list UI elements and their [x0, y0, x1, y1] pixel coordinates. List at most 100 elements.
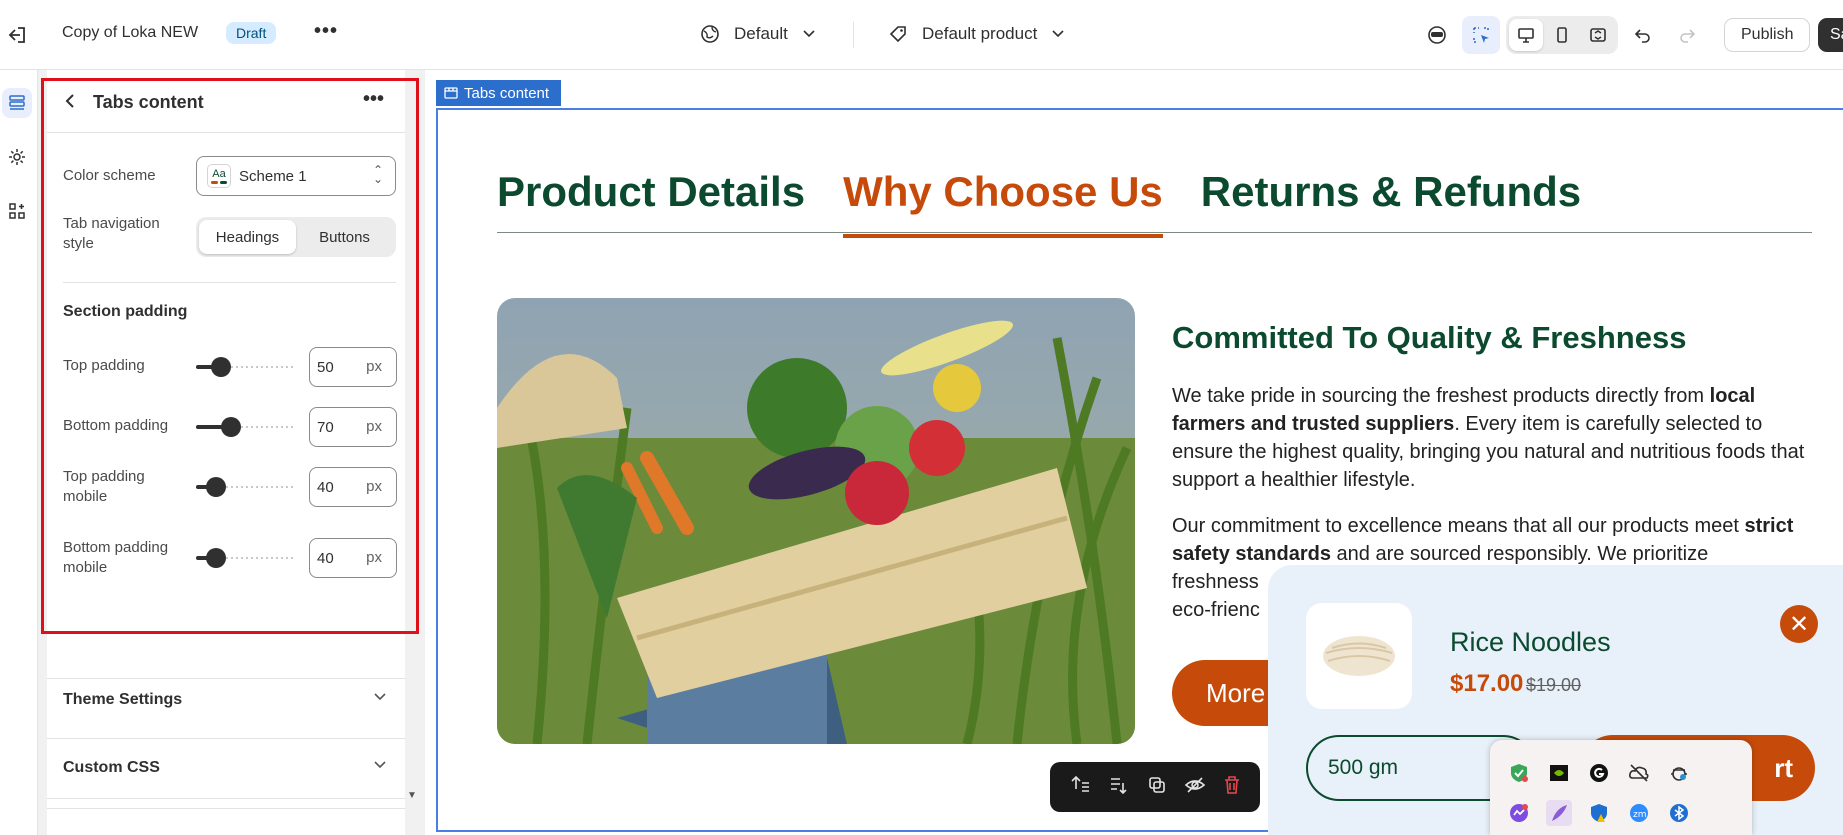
inspector-icon[interactable]: [1462, 16, 1500, 54]
delete-trash-icon[interactable]: [1223, 775, 1241, 800]
divider: [47, 798, 405, 799]
divider: [47, 668, 405, 669]
section-padding-heading: Section padding: [63, 303, 188, 320]
bottom-padding-mobile-label: Bottom padding mobile: [63, 539, 169, 576]
publish-button[interactable]: Publish: [1724, 18, 1811, 52]
accordion-theme-settings[interactable]: Theme Settings: [47, 678, 405, 738]
system-tray-overflow: zm: [1490, 740, 1752, 835]
topbar-divider: [853, 22, 854, 48]
section-icon: [444, 87, 458, 99]
bottom-padding-input[interactable]: 70 px: [309, 407, 397, 447]
mobile-icon[interactable]: [1545, 19, 1579, 51]
chevron-down-icon: [803, 30, 815, 38]
chevron-down-icon: [373, 689, 387, 705]
tabs-underline: [497, 232, 1812, 233]
apps-icon[interactable]: [2, 196, 32, 226]
top-padding-mobile-input[interactable]: 40 px: [309, 467, 397, 507]
save-button[interactable]: Sa: [1818, 18, 1843, 52]
product-thumbnail: [1306, 603, 1412, 709]
editor-rail: [0, 70, 38, 835]
content-heading: Committed To Quality & Freshness: [1172, 320, 1687, 355]
shield-warning-icon[interactable]: [1586, 800, 1612, 826]
hide-eye-icon[interactable]: [1184, 775, 1206, 800]
color-scheme-value: Scheme 1: [239, 167, 307, 185]
select-chevrons-icon: ⌃ ⌄: [372, 163, 383, 186]
accordion-label: Theme Settings: [63, 691, 183, 708]
tab-nav-label: Tab navigation style: [63, 215, 160, 252]
color-scheme-select[interactable]: Aa Scheme 1 ⌃ ⌄: [196, 156, 396, 196]
back-arrow-icon[interactable]: [63, 92, 77, 115]
scroll-down-arrow-icon[interactable]: ▼: [407, 790, 417, 801]
divider: [47, 808, 405, 809]
move-up-icon[interactable]: [1069, 775, 1091, 800]
tab-returns-refunds[interactable]: Returns & Refunds: [1201, 168, 1581, 238]
zoom-icon[interactable]: zm: [1626, 800, 1652, 826]
tab-why-choose-us[interactable]: Why Choose Us: [843, 168, 1163, 238]
divider: [63, 282, 396, 283]
panel-more-button[interactable]: •••: [363, 88, 384, 111]
settings-panel: Tabs content ••• Color scheme Aa Scheme …: [47, 70, 405, 835]
block-toolbar: [1050, 762, 1260, 812]
panel-header: Tabs content •••: [47, 88, 405, 118]
feather-icon[interactable]: [1546, 800, 1572, 826]
bottom-padding-label: Bottom padding: [63, 417, 169, 434]
draft-badge: Draft: [226, 22, 277, 44]
tab-nav-style-toggle: Headings Buttons: [196, 217, 396, 257]
content-tabs: Product Details Why Choose Us Returns & …: [497, 168, 1581, 238]
move-down-icon[interactable]: [1108, 775, 1130, 800]
template-selector[interactable]: Default product: [888, 24, 1065, 44]
sections-icon[interactable]: [2, 88, 32, 118]
bluetooth-icon[interactable]: [1666, 800, 1692, 826]
vegetable-crate-image: [497, 298, 1135, 744]
chevron-down-icon: [373, 757, 387, 773]
tab-product-details[interactable]: Product Details: [497, 168, 805, 238]
globe-icon: [701, 25, 719, 43]
cloud-off-icon[interactable]: [1626, 760, 1652, 786]
fullscreen-icon[interactable]: [1581, 19, 1615, 51]
product-name: Rice Noodles: [1450, 627, 1611, 657]
editor-topbar: Copy of Loka NEW Draft ••• Default Defau…: [0, 0, 1843, 70]
headings-option[interactable]: Headings: [199, 220, 296, 254]
divider: [47, 132, 405, 133]
grammarly-icon[interactable]: [1586, 760, 1612, 786]
accordion-custom-css[interactable]: Custom CSS: [47, 738, 405, 798]
top-padding-mobile-slider[interactable]: [196, 477, 296, 497]
bottom-padding-mobile-input[interactable]: 40 px: [309, 538, 397, 578]
undo-icon[interactable]: [1624, 16, 1662, 54]
tag-icon: [889, 26, 906, 43]
accordion-label: Custom CSS: [63, 759, 160, 776]
color-scheme-label: Color scheme: [63, 167, 156, 184]
product-price: $17.00: [1450, 670, 1524, 697]
desktop-icon[interactable]: [1509, 19, 1543, 51]
device-switcher: [1506, 16, 1618, 54]
close-icon[interactable]: ✕: [1780, 605, 1818, 643]
scheme-swatch-icon: Aa: [207, 164, 231, 188]
topbar-tools: [1418, 16, 1706, 54]
nvidia-icon[interactable]: [1546, 760, 1572, 786]
buttons-option[interactable]: Buttons: [296, 220, 393, 254]
top-padding-label: Top padding: [63, 357, 145, 374]
bottom-padding-slider[interactable]: [196, 417, 296, 437]
duplicate-icon[interactable]: [1147, 775, 1167, 800]
top-padding-mobile-label: Top padding mobile: [63, 468, 145, 505]
messenger-icon[interactable]: [1506, 800, 1532, 826]
panel-title: Tabs content: [93, 92, 204, 112]
template-selector-label: Default product: [922, 24, 1038, 43]
content-paragraph-1: We take pride in sourcing the freshest p…: [1172, 385, 1805, 491]
exit-icon[interactable]: [6, 24, 30, 46]
theme-selector[interactable]: Default: [700, 24, 816, 44]
settings-gear-icon[interactable]: [2, 142, 32, 172]
theme-more-button[interactable]: •••: [314, 20, 338, 43]
top-padding-slider[interactable]: [196, 357, 296, 377]
product-compare-price: $19.00: [1526, 675, 1582, 695]
redo-icon[interactable]: [1668, 16, 1706, 54]
section-tag[interactable]: Tabs content: [436, 80, 562, 106]
theme-selector-label: Default: [734, 24, 788, 43]
top-padding-input[interactable]: 50 px: [309, 347, 397, 387]
chevron-down-icon: [1052, 30, 1064, 38]
theme-title: Copy of Loka NEW: [62, 24, 199, 41]
bottom-padding-mobile-slider[interactable]: [196, 548, 296, 568]
bug-icon[interactable]: [1666, 760, 1692, 786]
sidekick-icon[interactable]: [1418, 16, 1456, 54]
security-check-icon[interactable]: [1506, 760, 1532, 786]
